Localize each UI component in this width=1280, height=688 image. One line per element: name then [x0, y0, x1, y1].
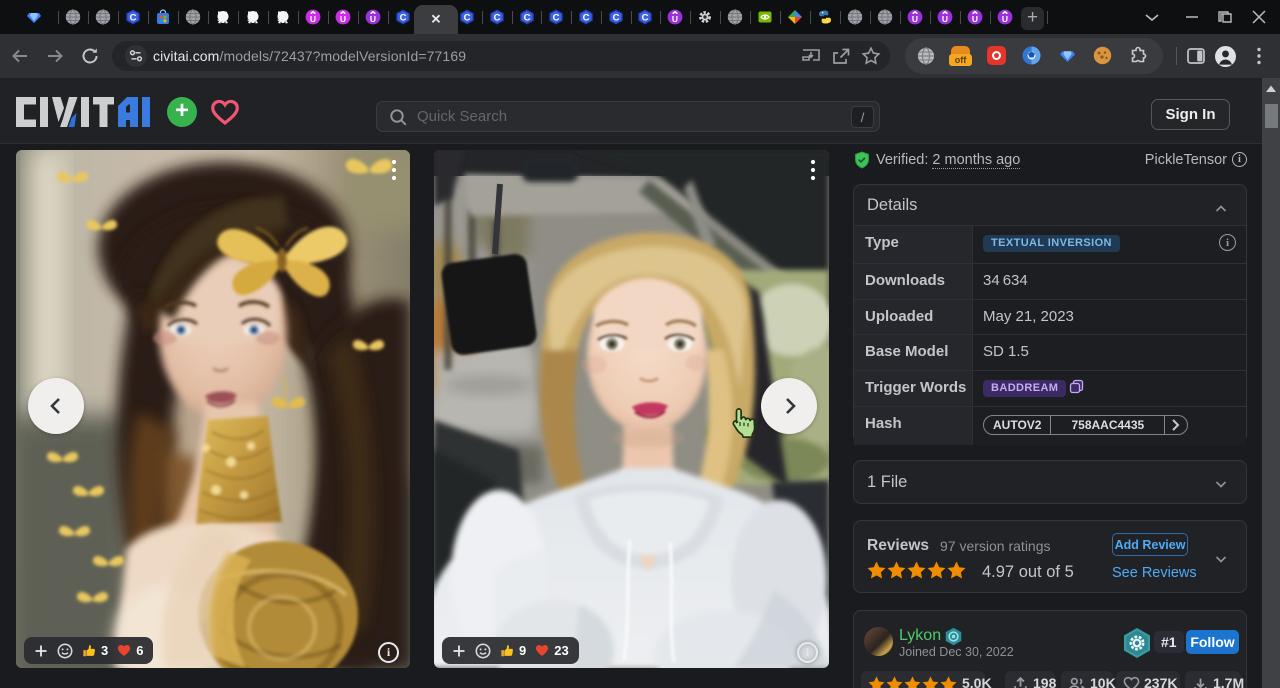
svg-text:U: U [672, 14, 678, 24]
svg-text:U: U [1002, 14, 1008, 24]
svg-text:U: U [370, 14, 376, 24]
svg-text:U: U [340, 14, 346, 24]
svg-text:C: C [400, 13, 407, 24]
svg-text:C: C [583, 13, 590, 24]
svg-text:U: U [942, 14, 948, 24]
svg-text:C: C [613, 13, 620, 24]
svg-text:U: U [912, 14, 918, 24]
svg-text:C: C [553, 13, 560, 24]
svg-text:U: U [310, 14, 316, 24]
svg-text:C: C [494, 13, 501, 24]
svg-text:C: C [642, 13, 649, 24]
svg-text:C: C [524, 13, 531, 24]
svg-text:C: C [130, 13, 137, 24]
svg-text:U: U [972, 14, 978, 24]
svg-text:C: C [464, 13, 471, 24]
